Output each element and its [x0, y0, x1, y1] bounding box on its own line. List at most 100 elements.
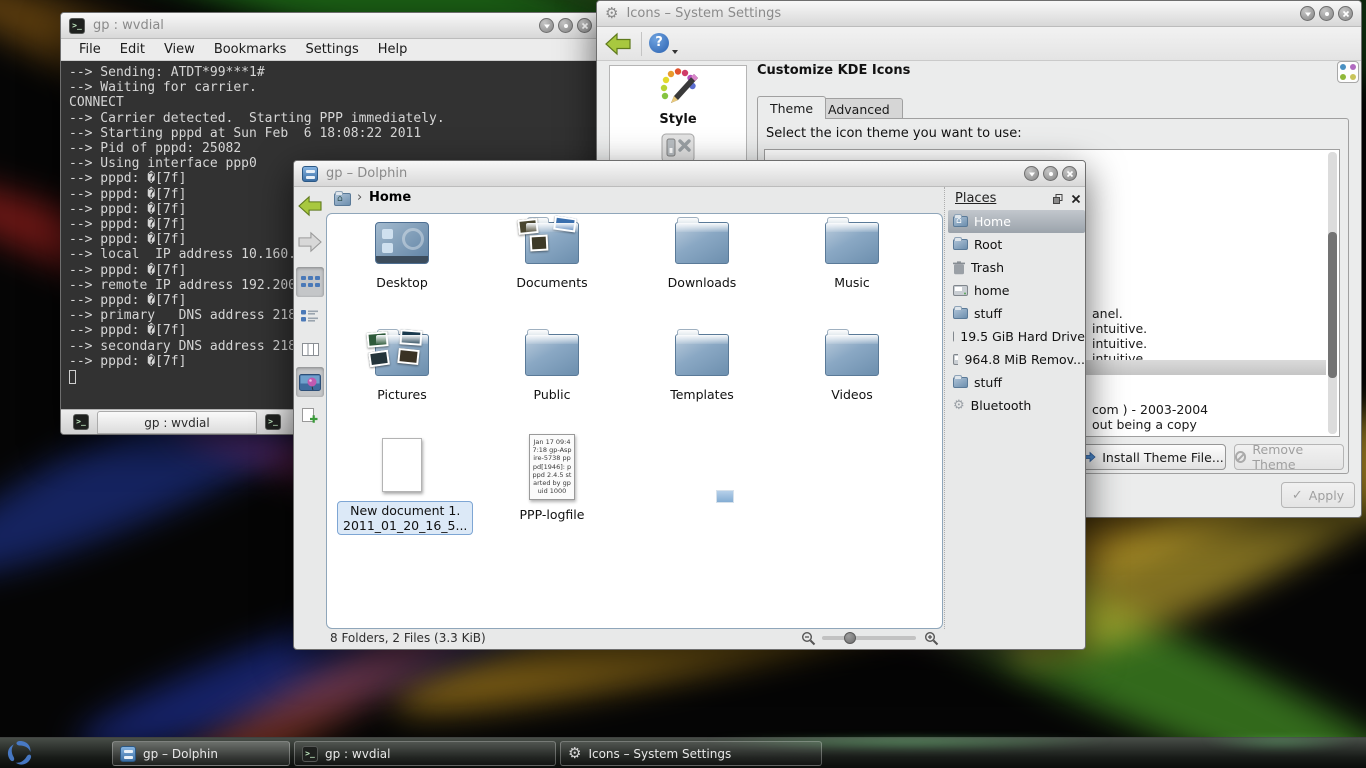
breadcrumb-home[interactable]: Home — [369, 190, 411, 205]
place-item-stuff[interactable]: stuff — [948, 302, 1085, 325]
home-folder-icon[interactable]: ⌂ — [334, 193, 351, 206]
folder-item-documents[interactable]: Documents — [487, 222, 617, 290]
forward-arrow-icon — [298, 231, 322, 253]
zoom-out-icon[interactable] — [801, 631, 816, 646]
menu-view[interactable]: View — [164, 42, 195, 57]
terminal-line: CONNECT — [69, 95, 600, 110]
place-label: Bluetooth — [971, 398, 1032, 413]
folder-item-music[interactable]: Music — [787, 222, 917, 290]
folder-item-public[interactable]: Public — [487, 334, 617, 402]
place-item-hard-drive[interactable]: 19.5 GiB Hard Drive — [948, 325, 1085, 348]
icons-view-button[interactable] — [296, 267, 324, 297]
task-system-settings[interactable]: ⚙ Icons – System Settings — [560, 741, 822, 766]
folder-label: Downloads — [637, 275, 767, 290]
folder-label: Desktop — [337, 275, 467, 290]
preview-icon — [299, 374, 321, 391]
zoom-in-icon[interactable] — [924, 631, 939, 646]
forward-button[interactable] — [296, 227, 324, 257]
place-item-stuff2[interactable]: stuff — [948, 371, 1085, 394]
place-item-home-drive[interactable]: home — [948, 279, 1085, 302]
app-launcher-button[interactable] — [5, 738, 35, 768]
back-button[interactable] — [605, 32, 631, 56]
chevron-down-icon[interactable] — [671, 49, 679, 55]
split-view-button[interactable] — [296, 401, 324, 431]
install-theme-file-button[interactable]: Install Theme File... — [1080, 444, 1226, 470]
dolphin-file-view[interactable]: Desktop Documents Downloads Music — [326, 213, 943, 629]
theme-list-row[interactable]: anel. — [1092, 306, 1123, 321]
close-button[interactable] — [1338, 6, 1353, 21]
menu-settings[interactable]: Settings — [305, 42, 358, 57]
tab-advanced[interactable]: Advanced — [815, 98, 903, 119]
folder-item-videos[interactable]: Videos — [787, 334, 917, 402]
zoom-slider-track[interactable] — [822, 636, 916, 640]
sidebar-item-style-label[interactable]: Style — [610, 112, 746, 127]
select-theme-label: Select the icon theme you want to use: — [766, 126, 1022, 141]
taskbar-panel: gp – Dolphin >_ gp : wvdial ⚙ Icons – Sy… — [0, 737, 1366, 768]
style-icon[interactable] — [656, 68, 700, 110]
close-panel-icon[interactable] — [1071, 194, 1081, 204]
new-tab-button[interactable]: >_ — [73, 414, 89, 430]
dolphin-statusbar: 8 Folders, 2 Files (3.3 KiB) — [294, 627, 1085, 649]
maximize-button[interactable] — [1043, 166, 1058, 181]
status-text: 8 Folders, 2 Files (3.3 KiB) — [330, 631, 486, 645]
task-dolphin[interactable]: gp – Dolphin — [112, 741, 290, 766]
place-item-root[interactable]: Root — [948, 233, 1085, 256]
menu-bookmarks[interactable]: Bookmarks — [214, 42, 287, 57]
place-label: home — [974, 283, 1009, 298]
minimize-button[interactable] — [539, 18, 554, 33]
file-manager-icon — [120, 746, 136, 762]
place-item-home[interactable]: ⌂ Home — [948, 210, 1085, 233]
konsole-titlebar[interactable]: >_ gp : wvdial — [61, 13, 600, 39]
minimize-button[interactable] — [1300, 6, 1315, 21]
folder-item-desktop[interactable]: Desktop — [337, 222, 467, 290]
file-item-new-document[interactable]: New document 1. 2011_01_20_16_5... — [337, 438, 467, 535]
place-item-bluetooth[interactable]: ⚙ Bluetooth — [948, 394, 1085, 417]
terminal-line: --> Sending: ATDT*99***1# — [69, 65, 600, 80]
close-button[interactable] — [1062, 166, 1077, 181]
folder-item-pictures[interactable]: Pictures — [337, 334, 467, 402]
remove-theme-button[interactable]: Remove Theme — [1234, 444, 1344, 470]
task-label: gp – Dolphin — [143, 747, 218, 761]
menu-edit[interactable]: Edit — [120, 42, 145, 57]
scrollbar-track[interactable] — [1328, 152, 1337, 434]
theme-list-row[interactable]: intuitive. — [1092, 321, 1147, 336]
konsole-menubar: File Edit View Bookmarks Settings Help — [61, 39, 600, 61]
float-panel-icon[interactable] — [1053, 194, 1063, 204]
tab-list-button[interactable]: >_ — [265, 414, 281, 430]
apply-button[interactable]: ✓ Apply — [1281, 482, 1355, 508]
theme-list-row[interactable]: intuitive. — [1092, 336, 1147, 351]
menu-help[interactable]: Help — [378, 42, 408, 57]
place-item-removable[interactable]: 964.8 MiB Remov... — [948, 348, 1085, 371]
file-item-ppp-logfile[interactable]: Jan 17 09:4 7:18 gp-Asp ire-5738 pp pd[1… — [487, 434, 617, 522]
columns-view-button[interactable] — [296, 334, 324, 364]
maximize-button[interactable] — [558, 18, 573, 33]
system-settings-titlebar[interactable]: ⚙ Icons – System Settings — [597, 1, 1361, 27]
folder-icon — [825, 222, 879, 264]
drive-icon — [953, 285, 968, 296]
back-button[interactable] — [296, 191, 324, 221]
tab-theme[interactable]: Theme — [757, 96, 826, 119]
terminal-tab[interactable]: gp : wvdial — [97, 411, 257, 434]
minimize-button[interactable] — [1024, 166, 1039, 181]
folder-icon — [825, 334, 879, 376]
folder-item-downloads[interactable]: Downloads — [637, 222, 767, 290]
close-button[interactable] — [577, 18, 592, 33]
folder-icon — [953, 308, 968, 319]
scrollbar-thumb[interactable] — [1328, 232, 1337, 378]
folder-label: Documents — [487, 275, 617, 290]
maximize-button[interactable] — [1319, 6, 1334, 21]
apply-label: Apply — [1309, 488, 1344, 503]
folder-item-templates[interactable]: Templates — [637, 334, 767, 402]
place-item-trash[interactable]: Trash — [948, 256, 1085, 279]
task-wvdial[interactable]: >_ gp : wvdial — [294, 741, 556, 766]
folder-label: Music — [787, 275, 917, 290]
place-label: Trash — [971, 260, 1004, 275]
preview-button[interactable] — [296, 367, 324, 397]
zoom-slider-handle[interactable] — [844, 632, 856, 644]
folder-label: Videos — [787, 387, 917, 402]
dolphin-titlebar[interactable]: gp – Dolphin — [294, 161, 1085, 187]
desktop-folder-icon — [375, 222, 429, 264]
details-view-button[interactable] — [296, 301, 324, 331]
menu-file[interactable]: File — [79, 42, 101, 57]
help-button[interactable]: ? — [649, 33, 669, 53]
